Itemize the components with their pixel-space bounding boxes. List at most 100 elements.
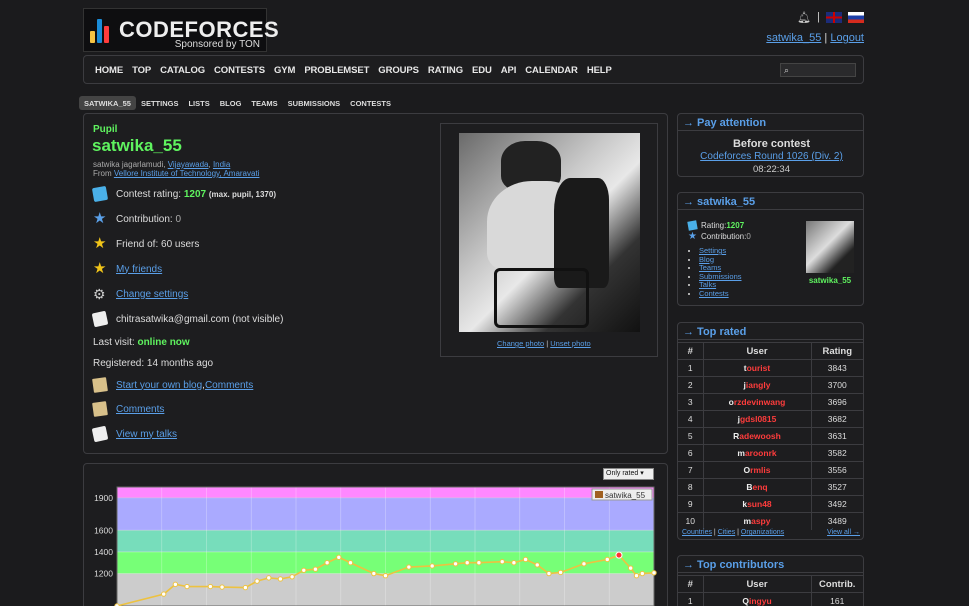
bell-icon[interactable]: 🔔︎ — [797, 11, 811, 24]
subtab-blog[interactable]: BLOG — [215, 96, 247, 110]
top-rated-table: # User Rating 1 tourist 3843 2 jiangly 3700 3 orzd… — [678, 342, 863, 530]
menu-item-gym[interactable]: GYM — [274, 65, 295, 76]
menu-item-groups[interactable]: GROUPS — [378, 65, 419, 76]
top-rated-title: → Top rated — [678, 323, 863, 340]
header-right: 🔔︎ | satwika_55 | Logout — [766, 10, 864, 44]
table-row: 1 tourist 3843 — [678, 359, 863, 377]
row-user-link[interactable]: Ormlis — [703, 461, 812, 479]
before-contest-label: Before contest — [732, 138, 811, 150]
user-sidebar-title: → satwika_55 — [678, 193, 863, 210]
rating-point — [615, 551, 623, 559]
russian-flag-icon[interactable] — [848, 11, 864, 23]
row-user-link[interactable]: maroonrk — [703, 444, 812, 462]
menu-item-contests[interactable]: CONTESTS — [214, 65, 265, 76]
search-input[interactable]: ⌕ — [780, 63, 856, 77]
row-rating: 3582 — [811, 444, 863, 462]
row-user-link[interactable]: Benq — [703, 478, 812, 496]
rating-label: Contest rating: — [116, 188, 182, 200]
city-link[interactable]: Vijayawada — [168, 160, 209, 169]
sidebar-rating-icon — [687, 220, 698, 231]
user-rest: aspy — [751, 516, 771, 527]
header-username-link[interactable]: satwika_55 — [766, 32, 821, 44]
top-contributors-title: → Top contributors — [678, 556, 863, 573]
subtab-lists[interactable]: LISTS — [183, 96, 214, 110]
user-rest: rzdevinwang — [733, 397, 786, 407]
menu-item-problemset[interactable]: PROBLEMSET — [304, 65, 369, 76]
row-user-link[interactable]: maspy — [703, 512, 812, 530]
menu-item-top[interactable]: TOP — [132, 65, 151, 76]
cities-link[interactable]: Cities — [718, 529, 736, 536]
subtab-submissions[interactable]: SUBMISSIONS — [283, 96, 346, 110]
row-rating: 3631 — [811, 427, 863, 445]
menu-item-edu[interactable]: EDU — [472, 65, 492, 76]
row-rating: 3696 — [811, 393, 863, 411]
friend-star-icon: ★ — [93, 235, 107, 252]
view-talks-link[interactable]: View my talks — [116, 429, 177, 440]
row-rating: 3492 — [811, 495, 863, 513]
subtab-contests[interactable]: CONTESTS — [345, 96, 396, 110]
sidebar-link-contests[interactable]: Contests — [699, 289, 729, 298]
talks-envelope-icon — [91, 425, 109, 443]
contest-countdown: 08:22:34 — [753, 164, 790, 175]
country-link[interactable]: India — [213, 160, 230, 169]
user-thumbnail[interactable] — [806, 221, 854, 273]
menu-item-help[interactable]: HELP — [587, 65, 612, 76]
table-row: 9 ksun48 3492 — [678, 495, 863, 513]
subtab-teams[interactable]: TEAMS — [246, 96, 282, 110]
menu-item-home[interactable]: HOME — [95, 65, 123, 76]
row-rank: 5 — [678, 427, 704, 445]
email-row: chitrasatwika@gmail.com (not visible) — [91, 310, 283, 328]
rating-point — [347, 560, 354, 566]
row-rating: 3556 — [811, 461, 863, 479]
user-handle: satwika_55 — [92, 136, 182, 155]
table-header: # — [678, 342, 704, 360]
row-rating: 3843 — [811, 359, 863, 377]
my-friends-link[interactable]: My friends — [116, 264, 162, 275]
user-sidebar-links: SettingsBlogTeamsSubmissionsTalksContest… — [699, 246, 742, 298]
upcoming-contest-link[interactable]: Codeforces Round 1026 (Div. 2) — [700, 151, 843, 162]
row-user-link[interactable]: Radewoosh — [703, 427, 812, 445]
rating-point — [371, 570, 377, 577]
countries-link[interactable]: Countries — [682, 529, 712, 536]
organization-link[interactable]: Vellore Institute of Technology, Amarava… — [114, 169, 260, 178]
contribution-row: ★ Contribution: 0 — [93, 210, 181, 227]
menu-item-api[interactable]: API — [501, 65, 517, 76]
user-thumbnail-name[interactable]: satwika_55 — [802, 276, 858, 285]
row-rank: 3 — [678, 393, 704, 411]
row-user-link[interactable]: ksun48 — [703, 495, 812, 513]
menu-item-rating[interactable]: RATING — [428, 65, 463, 76]
change-settings-link[interactable]: Change settings — [116, 289, 188, 300]
logout-link[interactable]: Logout — [830, 32, 864, 44]
row-user-link[interactable]: jgdsl0815 — [703, 410, 812, 428]
rating-point — [627, 565, 634, 571]
sidebar-rating: Rating: 1207 — [687, 220, 744, 231]
rating-point — [207, 583, 214, 590]
view-all-link[interactable]: View all → — [827, 529, 860, 536]
unset-photo-link[interactable]: Unset photo — [550, 339, 590, 348]
menu-item-calendar[interactable]: CALENDAR — [525, 65, 578, 76]
row-user-link[interactable]: orzdevinwang — [703, 393, 812, 411]
blog-comments-link[interactable]: Comments — [205, 380, 253, 391]
change-photo-link[interactable]: Change photo — [497, 339, 544, 348]
rating-point — [324, 560, 330, 566]
legend-label: satwika_55 — [605, 491, 646, 500]
row-user-link[interactable]: tourist — [703, 359, 812, 377]
comments-link[interactable]: Comments — [116, 404, 164, 415]
row-user-link[interactable]: jiangly — [703, 376, 812, 394]
rated-filter-select[interactable]: Only rated ▾ — [603, 468, 654, 480]
header-links-separator: | — [824, 32, 828, 44]
user-rest: gdsl0815 — [739, 414, 777, 424]
codeforces-logo[interactable]: CODEFORCES Sponsored by TON — [83, 8, 279, 52]
organizations-link[interactable]: Organizations — [741, 529, 784, 536]
row-user-link[interactable]: Qingyu — [703, 592, 812, 606]
start-blog-link[interactable]: Start your own blog — [116, 380, 202, 391]
contribution-star-icon: ★ — [93, 210, 107, 227]
english-flag-icon[interactable] — [826, 11, 842, 23]
header-separator: | — [817, 11, 820, 23]
comments-row: Comments — [92, 401, 164, 417]
subtab-settings[interactable]: SETTINGS — [136, 96, 184, 110]
blog-icon — [92, 377, 108, 393]
menu-item-catalog[interactable]: CATALOG — [160, 65, 205, 76]
subtab-satwika_55[interactable]: SATWIKA_55 — [79, 96, 136, 110]
rating-point — [534, 562, 540, 568]
